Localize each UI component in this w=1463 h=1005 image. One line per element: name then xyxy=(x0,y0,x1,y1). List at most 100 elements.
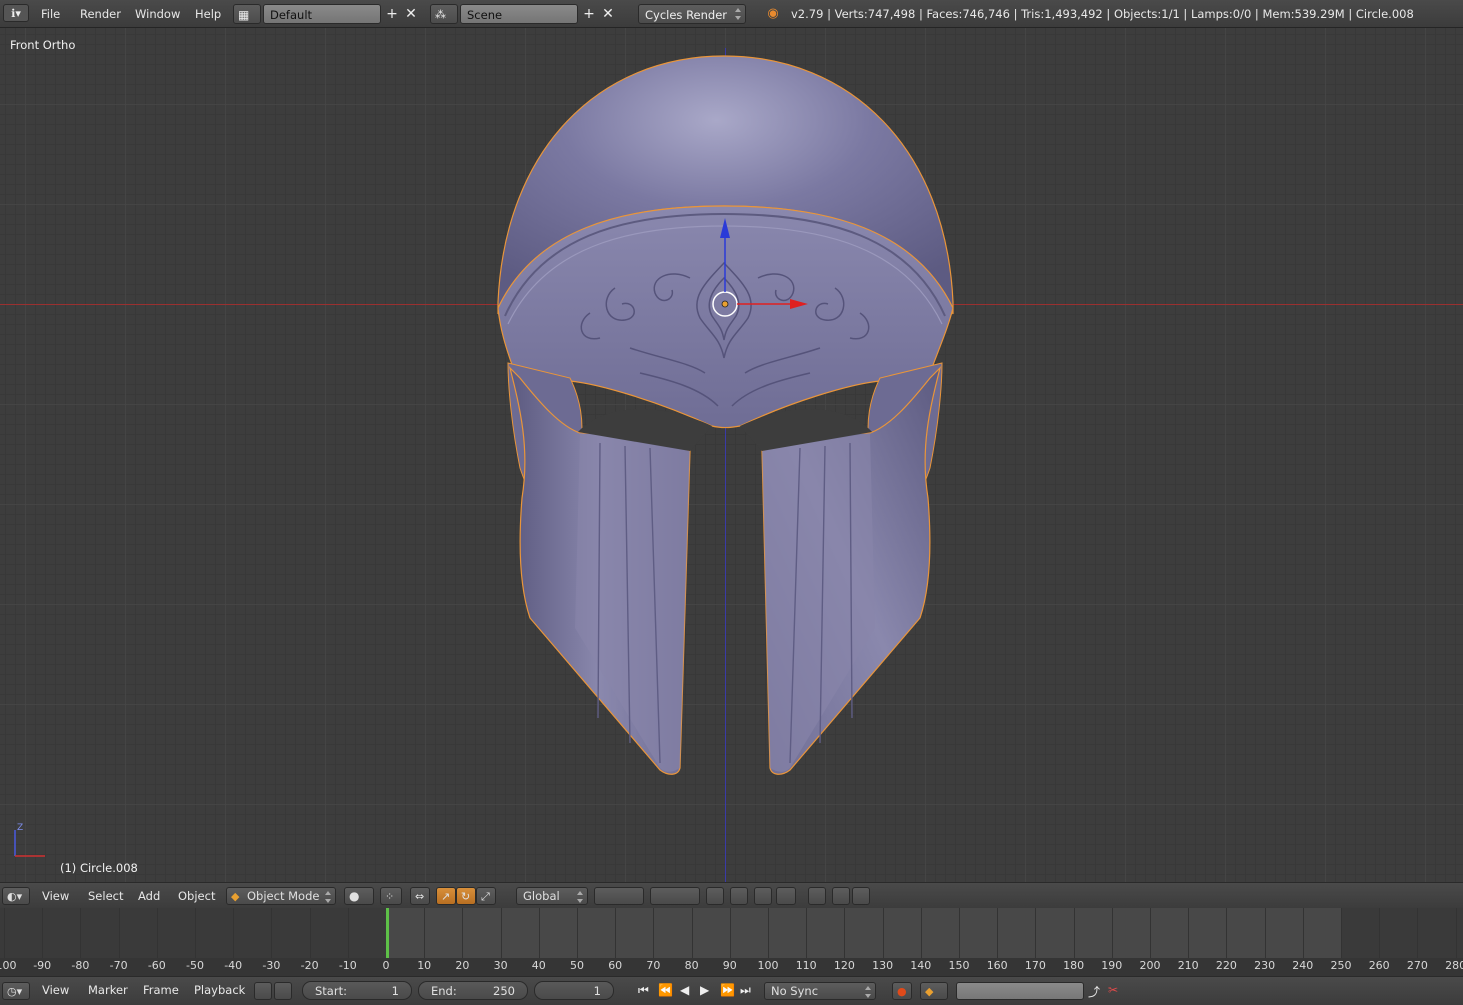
scale-manipulator[interactable]: ⤢ xyxy=(476,887,496,905)
frame-tick xyxy=(500,908,502,958)
menu-render[interactable]: Render xyxy=(80,0,121,28)
current-frame-cursor[interactable] xyxy=(385,908,389,958)
frame-tick xyxy=(4,908,5,958)
lock-camera-button[interactable] xyxy=(706,887,724,905)
delete-scene-icon[interactable]: ✕ xyxy=(599,5,617,23)
layers-group-1[interactable] xyxy=(594,887,644,905)
timeline-area[interactable] xyxy=(0,908,1463,958)
frame-ruler-label: -60 xyxy=(147,959,166,972)
frame-ruler-label: 140 xyxy=(910,959,932,972)
render-engine-select[interactable]: Cycles Render xyxy=(638,4,746,24)
frame-ruler-label: 230 xyxy=(1254,959,1276,972)
frame-ruler-label: -50 xyxy=(186,959,204,972)
frame-ruler-label: 220 xyxy=(1215,959,1237,972)
menu-select[interactable]: Select xyxy=(88,883,123,909)
tl-menu-marker[interactable]: Marker xyxy=(88,977,128,1005)
view-name: Front Ortho xyxy=(10,38,76,52)
jump-keyframe-back-icon[interactable]: ⏪ xyxy=(658,983,673,997)
frame-tick xyxy=(1341,908,1342,958)
timeline-editor-type[interactable]: ◷▾ xyxy=(2,982,30,1000)
manipulator-icon: ⇔ xyxy=(415,890,425,903)
frame-tick xyxy=(653,908,655,958)
proportional-edit-button[interactable] xyxy=(730,887,748,905)
info-editor-icon[interactable]: ℹ▾ xyxy=(3,4,29,22)
viewport-shading-select[interactable]: ● xyxy=(344,887,374,905)
delete-keyframe-icon[interactable]: ✂ xyxy=(1108,983,1118,997)
jump-keyframe-forward-icon[interactable]: ⏩ xyxy=(720,983,735,997)
play-reverse-icon[interactable]: ◀ xyxy=(680,983,689,997)
manipulator-toggle[interactable]: ⇔ xyxy=(410,887,430,905)
frame-tick xyxy=(118,908,120,958)
lock-frame-range[interactable] xyxy=(274,982,292,1000)
keying-mode-select[interactable]: ◆ xyxy=(920,982,948,1000)
frame-tick xyxy=(729,908,731,958)
frame-tick xyxy=(882,908,884,958)
frame-tick xyxy=(347,908,349,958)
frame-tick xyxy=(844,908,846,958)
sync-mode-select[interactable]: No Sync xyxy=(764,982,876,1000)
end-frame-label: End: xyxy=(431,984,457,998)
frame-ruler-label: 130 xyxy=(872,959,894,972)
current-frame-value: 1 xyxy=(593,984,601,998)
menu-window[interactable]: Window xyxy=(135,0,180,28)
tl-menu-playback[interactable]: Playback xyxy=(194,977,245,1005)
frame-tick xyxy=(1417,908,1419,958)
rotate-manipulator[interactable]: ↻ xyxy=(456,887,476,905)
render-button[interactable] xyxy=(808,887,826,905)
orientation-label: Global xyxy=(523,889,560,903)
menu-object[interactable]: Object xyxy=(178,883,215,909)
translate-manipulator[interactable]: ↗ xyxy=(436,887,456,905)
frame-tick xyxy=(195,908,196,958)
editor-type-button[interactable]: ◐▾ xyxy=(2,887,30,905)
end-frame-field[interactable]: End: 250 xyxy=(418,981,528,1000)
scene-field[interactable]: Scene xyxy=(460,4,578,24)
layers-group-2[interactable] xyxy=(650,887,700,905)
tl-menu-view[interactable]: View xyxy=(42,977,69,1005)
opengl-render-button[interactable] xyxy=(852,887,870,905)
menu-add[interactable]: Add xyxy=(138,883,160,909)
sync-mode-label: No Sync xyxy=(771,984,819,998)
frame-ruler-label: 240 xyxy=(1292,959,1314,972)
frame-ruler-label: -40 xyxy=(224,959,243,972)
frame-tick xyxy=(1035,908,1037,958)
screen-layout-field[interactable]: Default xyxy=(263,4,381,24)
pivot-point-select[interactable]: ⁘ xyxy=(380,887,402,905)
play-icon[interactable]: ▶ xyxy=(700,983,709,997)
jump-end-icon[interactable]: ⏭ xyxy=(740,983,751,998)
current-frame-field[interactable]: 1 xyxy=(534,981,614,1000)
start-frame-field[interactable]: Start: 1 xyxy=(302,981,412,1000)
scene-button[interactable]: ⁂ xyxy=(430,4,458,24)
render-animation-button[interactable] xyxy=(832,887,850,905)
frame-tick xyxy=(1226,908,1228,958)
frame-ruler-label: 170 xyxy=(1024,959,1046,972)
menu-help[interactable]: Help xyxy=(195,0,221,28)
frame-ruler-label: 150 xyxy=(948,959,970,972)
frame-tick xyxy=(80,908,82,958)
start-frame-value: 1 xyxy=(391,984,399,998)
menu-file[interactable]: File xyxy=(41,0,60,28)
3d-viewport[interactable]: Z Front Ortho (1) Circle.008 xyxy=(0,28,1463,882)
mode-label: Object Mode xyxy=(247,889,320,903)
keying-set-field[interactable] xyxy=(956,982,1084,1000)
timeline-editor[interactable]: -100-90-80-70-60-50-40-30-20-10010203040… xyxy=(0,908,1463,976)
snap-element-select[interactable] xyxy=(776,887,796,905)
jump-start-icon[interactable]: ⏮ xyxy=(638,983,649,998)
frame-ruler-label: -80 xyxy=(71,959,90,972)
screen-layout-button[interactable]: ▦ xyxy=(233,4,261,24)
mode-select[interactable]: ◆ Object Mode xyxy=(226,887,336,905)
auto-keying-button[interactable]: ● xyxy=(892,982,912,1000)
menu-view[interactable]: View xyxy=(42,883,69,909)
delete-layout-icon[interactable]: ✕ xyxy=(402,5,420,23)
snap-toggle[interactable] xyxy=(754,887,772,905)
frame-tick xyxy=(271,908,273,958)
frame-ruler-label: 160 xyxy=(986,959,1008,972)
scale-icon: ⤢ xyxy=(481,890,490,903)
helmet-mesh[interactable]: Z xyxy=(0,28,1463,882)
add-layout-icon[interactable]: + xyxy=(383,5,401,23)
preview-range-toggle[interactable] xyxy=(254,982,272,1000)
transform-orientation-select[interactable]: Global xyxy=(516,887,588,905)
scene-stats: v2.79 | Verts:747,498 | Faces:746,746 | … xyxy=(791,7,1414,21)
insert-keyframe-icon[interactable]: ⤴ xyxy=(1088,983,1100,1000)
tl-menu-frame[interactable]: Frame xyxy=(143,977,179,1005)
add-scene-icon[interactable]: + xyxy=(580,5,598,23)
